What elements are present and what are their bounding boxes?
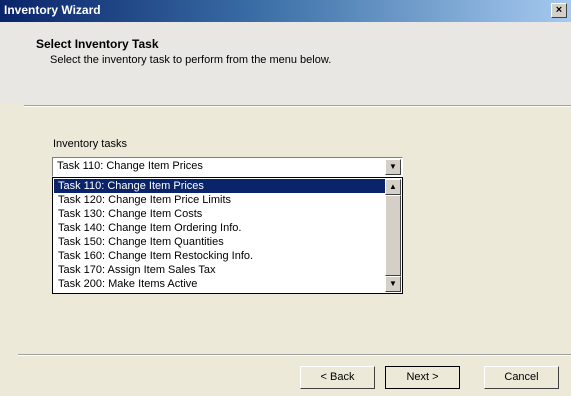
- page-subtitle: Select the inventory task to perform fro…: [50, 54, 332, 66]
- inventory-tasks-combobox[interactable]: Task 110: Change Item Prices ▼: [52, 157, 403, 177]
- inventory-tasks-dropdown-list[interactable]: Task 110: Change Item Prices Task 120: C…: [52, 177, 403, 294]
- back-button-label: < Back: [320, 371, 355, 383]
- footer-divider: [18, 354, 571, 356]
- scroll-up-button[interactable]: ▲: [385, 179, 401, 195]
- cancel-button-label: Cancel: [504, 371, 539, 383]
- header-divider: [24, 105, 571, 107]
- scroll-thumb[interactable]: [385, 195, 401, 276]
- close-icon: ×: [555, 4, 563, 16]
- task-option-120[interactable]: Task 120: Change Item Price Limits: [54, 193, 385, 207]
- scroll-up-icon: ▲: [389, 182, 397, 191]
- inventory-tasks-label: Inventory tasks: [53, 138, 127, 150]
- combobox-dropdown-button[interactable]: ▼: [385, 159, 401, 175]
- scroll-down-button[interactable]: ▼: [385, 276, 401, 292]
- next-button-label: Next >: [406, 371, 439, 383]
- task-option-140[interactable]: Task 140: Change Item Ordering Info.: [54, 221, 385, 235]
- page-title: Select Inventory Task: [36, 37, 159, 51]
- back-button[interactable]: < Back: [300, 366, 375, 389]
- window-title: Inventory Wizard: [4, 3, 101, 17]
- task-option-200[interactable]: Task 200: Make Items Active: [54, 277, 385, 291]
- task-option-150[interactable]: Task 150: Change Item Quantities: [54, 235, 385, 249]
- task-option-130[interactable]: Task 130: Change Item Costs: [54, 207, 385, 221]
- task-option-160[interactable]: Task 160: Change Item Restocking Info.: [54, 249, 385, 263]
- dropdown-scrollbar[interactable]: ▲ ▼: [385, 179, 401, 292]
- close-button[interactable]: ×: [551, 3, 567, 18]
- next-button[interactable]: Next >: [385, 366, 460, 389]
- task-option-110[interactable]: Task 110: Change Item Prices: [54, 179, 385, 193]
- cancel-button[interactable]: Cancel: [484, 366, 559, 389]
- task-option-170[interactable]: Task 170: Assign Item Sales Tax: [54, 263, 385, 277]
- combobox-selected-value: Task 110: Change Item Prices: [57, 160, 203, 172]
- scroll-down-icon: ▼: [389, 279, 397, 288]
- title-bar: Inventory Wizard ×: [0, 0, 571, 22]
- inventory-wizard-window: Inventory Wizard × Select Inventory Task…: [0, 0, 571, 396]
- chevron-down-icon: ▼: [389, 162, 397, 171]
